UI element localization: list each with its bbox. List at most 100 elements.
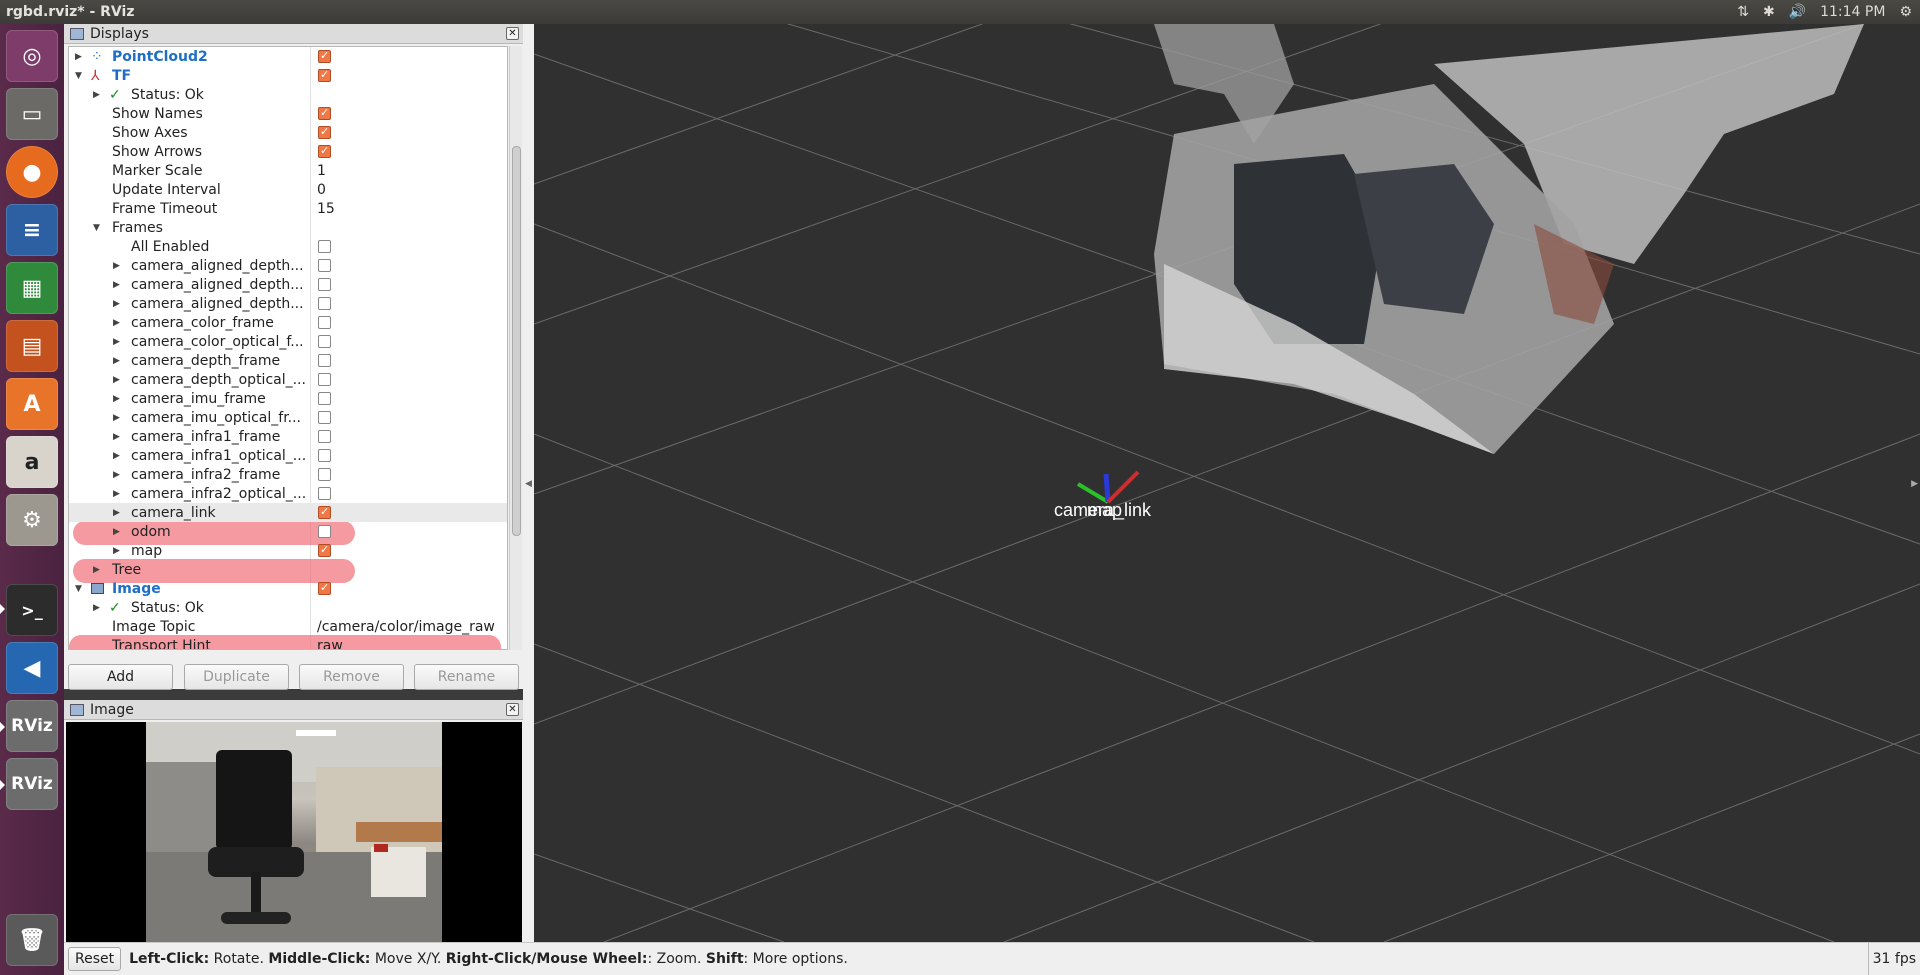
checkbox[interactable]: [318, 392, 331, 405]
checkbox[interactable]: [318, 505, 331, 519]
displays-panel-title: Displays: [90, 25, 149, 42]
tree-row-frame[interactable]: ▶ camera_infra2_frame: [69, 465, 507, 484]
checkbox[interactable]: [318, 373, 331, 386]
tree-row-frame-timeout[interactable]: Frame Timeout 15: [69, 199, 507, 218]
calc-icon[interactable]: ▦: [6, 262, 58, 314]
tree-row-transport-hint[interactable]: Transport Hint raw: [69, 636, 507, 650]
rename-button[interactable]: Rename: [414, 664, 519, 690]
pointcloud-icon: ⁘: [91, 48, 103, 65]
tree-row-frame[interactable]: ▶ camera_aligned_depth...: [69, 275, 507, 294]
checkbox[interactable]: [318, 297, 331, 310]
checkbox[interactable]: [318, 487, 331, 500]
close-icon[interactable]: ✕: [506, 27, 519, 40]
tree-row-map[interactable]: ▶ map: [69, 541, 507, 560]
checkbox[interactable]: [318, 525, 331, 538]
tree-row-image[interactable]: ▼ Image: [69, 579, 507, 598]
displays-panel-header: Displays ✕: [64, 24, 523, 44]
rviz-icon[interactable]: RViz: [6, 758, 58, 810]
checkbox[interactable]: [318, 106, 331, 120]
tree-row-frame[interactable]: ▶ camera_imu_optical_fr...: [69, 408, 507, 427]
system-settings-icon[interactable]: ⚙: [6, 494, 58, 546]
tree-row-frame[interactable]: ▶ camera_infra2_optical_...: [69, 484, 507, 503]
impress-icon[interactable]: ▤: [6, 320, 58, 372]
tree-row-status[interactable]: ▶ ✓ Status: Ok: [69, 85, 507, 104]
tree-row-status[interactable]: ▶ ✓ Status: Ok: [69, 598, 507, 617]
window-title: rgbd.rviz* - RViz: [6, 4, 135, 20]
remove-button[interactable]: Remove: [299, 664, 404, 690]
firefox-icon[interactable]: ●: [6, 146, 58, 198]
checkbox[interactable]: [318, 411, 331, 424]
vscode-icon[interactable]: ◀: [6, 642, 58, 694]
checkbox[interactable]: [318, 240, 331, 253]
tree-row-frame[interactable]: ▶ camera_infra1_frame: [69, 427, 507, 446]
tree-row-show-axes[interactable]: Show Axes: [69, 123, 507, 142]
tree-row-tree[interactable]: ▶ Tree: [69, 560, 507, 579]
top-panel: rgbd.rviz* - RViz ⇅ ✱ 🔊 11:14 PM ⚙: [0, 0, 1920, 24]
tree-row-frame[interactable]: ▶ camera_imu_frame: [69, 389, 507, 408]
tree-row-image-topic[interactable]: Image Topic /camera/color/image_raw: [69, 617, 507, 636]
image-panel-title: Image: [90, 701, 134, 718]
checkbox[interactable]: [318, 581, 331, 595]
tree-row-frame[interactable]: ▶ camera_aligned_depth...: [69, 294, 507, 313]
bluetooth-icon[interactable]: ✱: [1763, 4, 1775, 20]
tree-row-frames[interactable]: ▼ Frames: [69, 218, 507, 237]
software-center-icon[interactable]: A: [6, 378, 58, 430]
checkbox[interactable]: [318, 468, 331, 481]
close-icon[interactable]: ✕: [506, 703, 519, 716]
tree-row-camera-link[interactable]: ▶ camera_link: [69, 503, 507, 522]
3d-viewport[interactable]: camera_link map ▶: [534, 24, 1920, 942]
tree-row-all-enabled[interactable]: All Enabled: [69, 237, 507, 256]
launcher: ◎ ▭ ● ≡ ▦ ▤ A a ⚙ >_ ◀ RViz RViz 🗑: [0, 24, 64, 975]
checkbox[interactable]: [318, 449, 331, 462]
tree-row-frame[interactable]: ▶ camera_depth_frame: [69, 351, 507, 370]
checkbox[interactable]: [318, 335, 331, 348]
trash-icon[interactable]: 🗑: [6, 914, 58, 966]
tree-row-show-names[interactable]: Show Names: [69, 104, 507, 123]
add-button[interactable]: Add: [68, 664, 173, 690]
checkbox[interactable]: [318, 354, 331, 367]
checkbox[interactable]: [318, 430, 331, 443]
amazon-icon[interactable]: a: [6, 436, 58, 488]
checkbox[interactable]: [318, 49, 331, 63]
settings-gear-icon[interactable]: ⚙: [1899, 4, 1912, 20]
checkbox[interactable]: [318, 316, 331, 329]
writer-icon[interactable]: ≡: [6, 204, 58, 256]
tree-row-tf[interactable]: ▼ ⅄ TF: [69, 66, 507, 85]
duplicate-button[interactable]: Duplicate: [184, 664, 289, 690]
tree-row-frame[interactable]: ▶ camera_color_frame: [69, 313, 507, 332]
scrollbar-thumb[interactable]: [512, 146, 521, 536]
tree-row-show-arrows[interactable]: Show Arrows: [69, 142, 507, 161]
tree-row-update-interval[interactable]: Update Interval 0: [69, 180, 507, 199]
checkbox[interactable]: [318, 125, 331, 139]
checkbox[interactable]: [318, 144, 331, 158]
tree-row-odom[interactable]: ▶ odom: [69, 522, 507, 541]
volume-icon[interactable]: 🔊: [1789, 4, 1806, 20]
camera-image-view: [66, 722, 522, 943]
panel-splitter[interactable]: ◀: [523, 24, 534, 942]
clock[interactable]: 11:14 PM: [1820, 4, 1885, 20]
tree-row-frame[interactable]: ▶ camera_aligned_depth...: [69, 256, 507, 275]
tree-row-frame[interactable]: ▶ camera_color_optical_f...: [69, 332, 507, 351]
tree-scrollbar[interactable]: [509, 46, 522, 650]
mouse-help-text: Left-Click: Rotate. Middle-Click: Move X…: [129, 951, 848, 967]
reset-button[interactable]: Reset: [68, 947, 122, 971]
ubuntu-dash-icon[interactable]: ◎: [6, 30, 58, 82]
tree-row-marker-scale[interactable]: Marker Scale 1: [69, 161, 507, 180]
terminal-icon[interactable]: >_: [6, 584, 58, 636]
rviz-icon[interactable]: RViz: [6, 700, 58, 752]
tree-row-frame[interactable]: ▶ camera_depth_optical_...: [69, 370, 507, 389]
expand-right-icon[interactable]: ▶: [1911, 479, 1918, 489]
status-bar: Reset Left-Click: Rotate. Middle-Click: …: [64, 942, 1920, 975]
files-icon[interactable]: ▭: [6, 88, 58, 140]
tree-row-pointcloud2[interactable]: ▶ ⁘ PointCloud2: [69, 47, 507, 66]
checkbox[interactable]: [318, 543, 331, 557]
checkbox[interactable]: [318, 259, 331, 272]
displays-tree[interactable]: ▶ ⁘ PointCloud2 ▼ ⅄ TF ▶ ✓ Status: Ok Sh…: [68, 46, 508, 650]
checkbox[interactable]: [318, 68, 331, 82]
fps-readout: 31 fps: [1867, 943, 1920, 975]
tree-row-frame[interactable]: ▶ camera_infra1_optical_...: [69, 446, 507, 465]
grid: [534, 24, 1920, 942]
checkbox[interactable]: [318, 278, 331, 291]
network-icon[interactable]: ⇅: [1737, 4, 1749, 20]
image-icon: [91, 583, 104, 594]
